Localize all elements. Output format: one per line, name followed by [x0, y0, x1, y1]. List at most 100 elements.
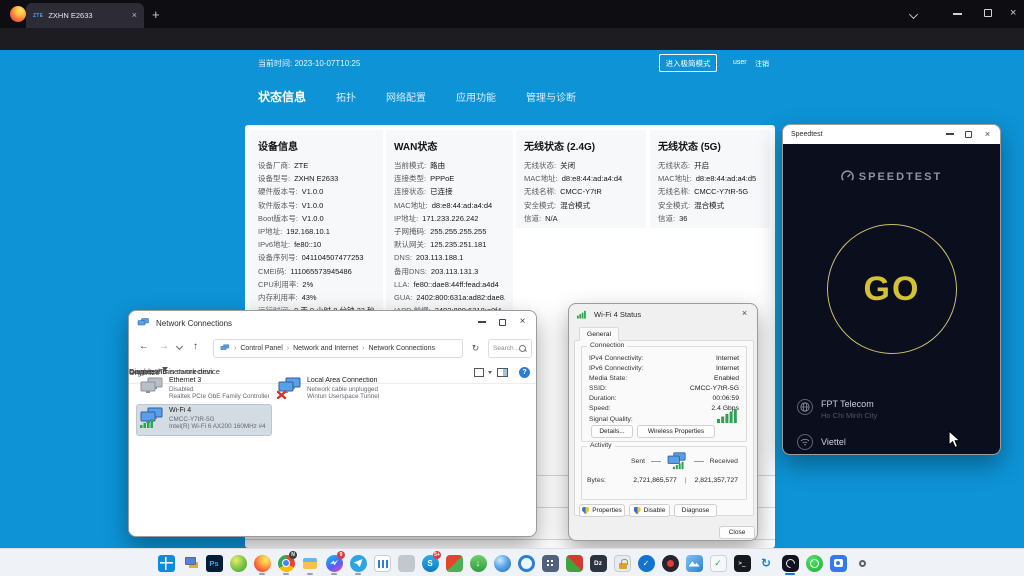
speedtest-logo: SPEEDTEST — [783, 170, 1000, 183]
browser-tab[interactable]: ZTE ZXHN E2633 × — [26, 3, 144, 28]
taskbar-icon-firefox[interactable] — [252, 551, 272, 575]
info-row: MAC地址:d8:e8:44:ad:a4:d5 — [658, 172, 762, 185]
details-button[interactable]: Details... — [591, 425, 633, 438]
taskbar-icon-dz-app[interactable]: Dz — [588, 551, 608, 575]
go-label: GO — [864, 270, 921, 309]
info-row: 设备厂商:ZTE — [258, 159, 375, 172]
info-row: 安全模式:混合模式 — [658, 199, 762, 212]
taskbar-icon-photos[interactable] — [684, 551, 704, 575]
device-info-panel: 设备信息 设备厂商:ZTE 设备型号:ZXHN E2633 硬件版本号:V1.0… — [250, 130, 383, 320]
taskbar-icon-calculator[interactable] — [540, 551, 560, 575]
group-label-connection: Connection — [587, 342, 627, 349]
firefox-logo-icon[interactable] — [10, 6, 26, 22]
router-nav-tab[interactable]: 管理与诊断 — [526, 89, 576, 104]
taskbar-icon-terminal[interactable]: >_ — [732, 551, 752, 575]
speedtest-maximize-icon[interactable] — [958, 124, 979, 145]
connection-item-ethernet-3[interactable]: Ethernet 3 Disabled Realtek PCIe GbE Fam… — [137, 375, 271, 405]
taskbar-icon-whatsapp[interactable] — [804, 551, 824, 575]
taskbar-icon-skype[interactable]: S 5+ — [420, 551, 440, 575]
connection-name: Ethernet 3 — [169, 377, 269, 386]
taskbar-icon-network-tool[interactable] — [180, 551, 200, 575]
taskbar-icon-green-app[interactable] — [228, 551, 248, 575]
info-row: Boot版本号:V1.0.0 — [258, 212, 375, 225]
info-row: 连接类型:PPPoE — [394, 172, 505, 185]
taskbar-icon-task-manager[interactable] — [372, 551, 392, 575]
taskbar-icon-telegram[interactable] — [348, 551, 368, 575]
globe-icon — [797, 399, 813, 415]
properties-button[interactable]: Properties — [579, 504, 625, 517]
router-nav-tabs: 状态信息 拓扑 网络配置 应用功能 管理与诊断 — [258, 88, 576, 105]
window-restore-icon[interactable] — [984, 9, 992, 17]
connection-item-wifi-4[interactable]: Wi-Fi 4 CMCC-Y7tR-5G Intel(R) Wi-Fi 6 AX… — [137, 405, 271, 435]
connection-status: Network cable unplugged — [307, 386, 379, 394]
taskbar-icon-photoshop[interactable]: Ps — [204, 551, 224, 575]
taskbar-icon-messenger[interactable]: 9 — [324, 551, 344, 575]
info-row: 硬件版本号:V1.0.0 — [258, 185, 375, 198]
new-tab-button[interactable]: + — [152, 7, 160, 22]
taskbar-icon-flag-app[interactable] — [564, 551, 584, 575]
router-nav-tab[interactable]: 拓扑 — [336, 89, 356, 104]
info-row: 无线名称:CMCC-Y7tR — [524, 185, 638, 198]
diagnose-button[interactable]: Diagnose — [674, 504, 717, 517]
connection-device: Realtek PCIe GbE Family Controller — [169, 393, 269, 401]
taskbar-icon-blue-ring-app[interactable] — [516, 551, 536, 575]
isp-row[interactable]: FPT Telecom Ho Chi Minh City — [797, 399, 877, 420]
tab-close-icon[interactable]: × — [132, 11, 137, 20]
router-nav-tab[interactable]: 状态信息 — [258, 88, 306, 105]
logout-link[interactable]: 注销 — [755, 59, 769, 69]
taskbar-icon-chrome[interactable]: N — [276, 551, 296, 575]
wireless-properties-button[interactable]: Wireless Properties — [637, 425, 715, 438]
connection-item-local-area[interactable]: Local Area Connection Network cable unpl… — [275, 375, 409, 405]
taskbar-icon-shield-app[interactable]: ✓ — [636, 551, 656, 575]
tab-general[interactable]: General — [579, 327, 619, 341]
window-close-icon[interactable]: × — [1010, 7, 1016, 19]
taskbar-icon-start[interactable] — [156, 551, 176, 575]
info-row: 设备序列号:041104507477253 — [258, 251, 375, 264]
info-row: IP地址:171.233.226.242 — [394, 212, 505, 225]
connection-device: Wintun Userspace Tunnel — [307, 393, 379, 401]
taskbar-icon-speedtest[interactable] — [780, 551, 800, 575]
server-name: Viettel — [821, 437, 846, 447]
info-row: LLA:fe80::dae8:44ff:fead:a4d4 — [394, 278, 505, 291]
taskbar-icon-camera-app[interactable] — [828, 551, 848, 575]
mouse-cursor — [948, 430, 962, 449]
router-nav-tab[interactable]: 网络配置 — [386, 89, 426, 104]
speedtest-window-title: Speedtest — [791, 131, 823, 138]
window-minimize-icon[interactable] — [953, 13, 962, 15]
close-button[interactable]: Close — [719, 526, 755, 539]
go-button[interactable]: GO — [827, 224, 957, 354]
wifi-dialog-close-icon[interactable]: × — [734, 302, 755, 324]
speedtest-logo-text: SPEEDTEST — [859, 171, 942, 183]
taskbar-icon-settings[interactable] — [852, 551, 872, 575]
info-row: IPv6地址:fe80::10 — [258, 238, 375, 251]
taskbar-icon-red-green-app[interactable] — [444, 551, 464, 575]
tab-list-chevron-icon[interactable] — [910, 11, 917, 18]
bytes-received-value: 2,821,357,727 — [695, 477, 738, 484]
taskbar-icon-sync[interactable]: ↻ — [756, 551, 776, 575]
wan-status-panel: WAN状态 当前模式:路由 连接类型:PPPoE 连接状态:已连接 — [386, 130, 513, 320]
wireless-24g-panel: 无线状态 (2.4G) 无线状态:关闭 MAC地址:d8:e8:44:ad:a4… — [516, 130, 646, 228]
status-row: IPv4 Connectivity:Internet — [589, 353, 739, 363]
taskbar-icon-explorer[interactable] — [300, 551, 320, 575]
info-row: 子网掩码:255.255.255.255 — [394, 225, 505, 238]
router-nav-tab[interactable]: 应用功能 — [456, 89, 496, 104]
simple-mode-button[interactable]: 进入极简模式 — [659, 54, 717, 72]
activity-row: Sent Received — [631, 452, 738, 470]
taskbar-icon-recorder[interactable] — [660, 551, 680, 575]
taskbar-icon-gray-app[interactable] — [396, 551, 416, 575]
activity-computer-icon — [666, 452, 688, 470]
taskbar-icon-idm[interactable]: ↓ — [468, 551, 488, 575]
info-row: GUA:2402:800:631a:ad82:dae8... — [394, 291, 505, 304]
speedtest-minimize-icon[interactable] — [939, 124, 960, 145]
info-row: CMEI码:111065573945486 — [258, 265, 375, 278]
wifi-dialog-title-bar[interactable]: Wi-Fi 4 Status — [569, 304, 757, 324]
taskbar-icon-lock-app[interactable] — [612, 551, 632, 575]
taskbar-icon-editor[interactable]: ✓ — [708, 551, 728, 575]
server-row[interactable]: Viettel — [797, 434, 846, 450]
info-row: MAC地址:d8:e8:44:ad:a4:d4 — [524, 172, 638, 185]
speedtest-close-icon[interactable]: × — [977, 124, 998, 145]
disable-button[interactable]: Disable — [629, 504, 670, 517]
info-row: CPU利用率:2% — [258, 278, 375, 291]
zte-favicon: ZTE — [33, 13, 43, 19]
taskbar-icon-blue-globe-app[interactable] — [492, 551, 512, 575]
